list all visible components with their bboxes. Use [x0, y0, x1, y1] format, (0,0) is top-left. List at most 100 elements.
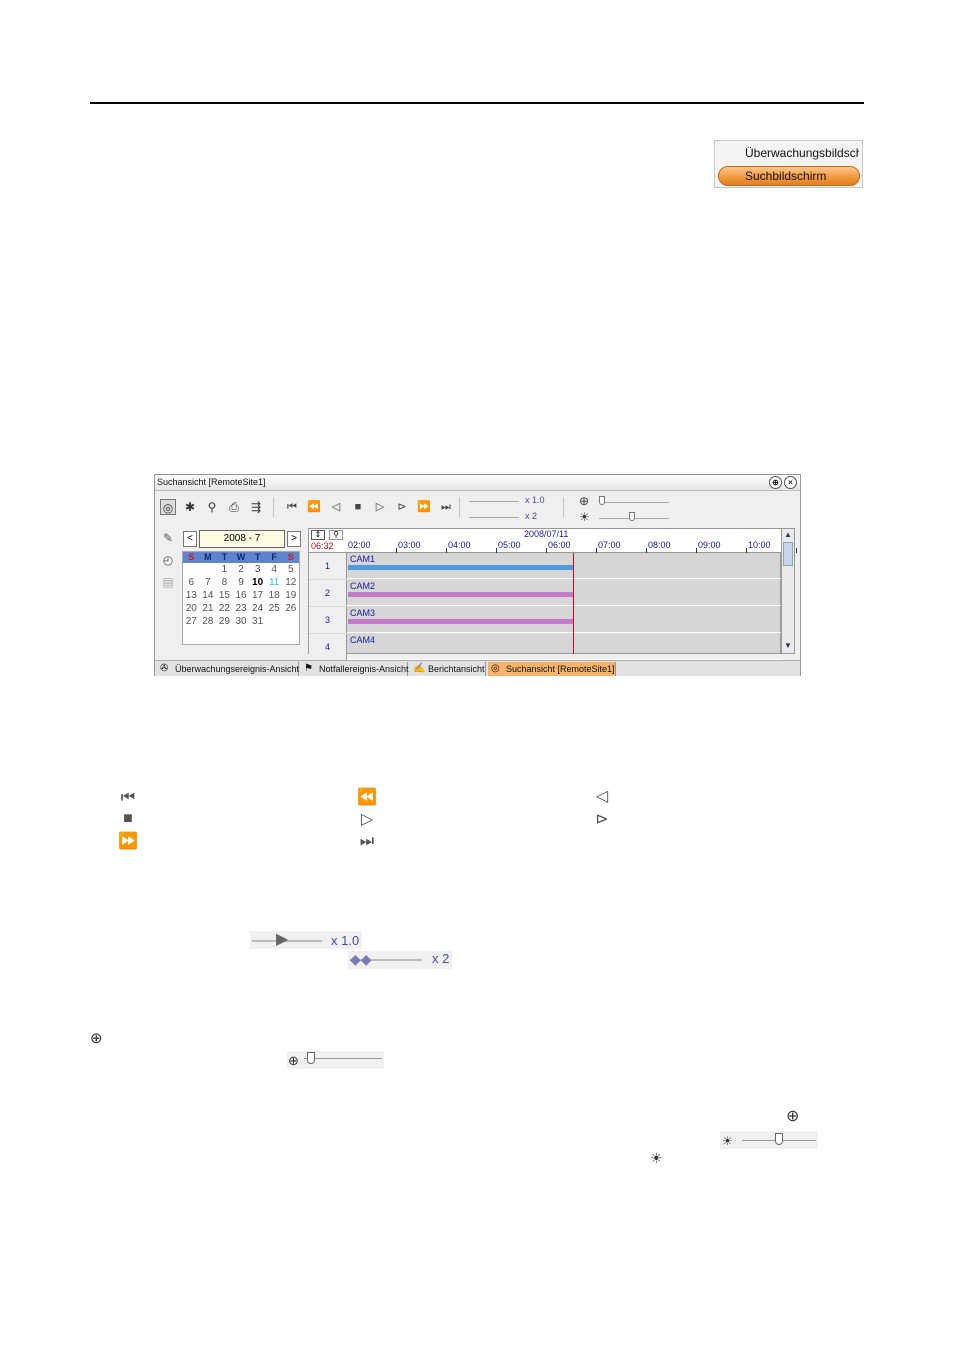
calendar-day[interactable]: 11 — [266, 576, 283, 589]
calendar-day[interactable]: 7 — [200, 576, 217, 589]
calendar-day[interactable]: 1 — [216, 563, 233, 576]
time-search-icon[interactable]: ◴ — [160, 552, 176, 568]
calendar-day — [200, 563, 217, 576]
calendar-day[interactable]: 3 — [249, 563, 266, 576]
calendar-day[interactable]: 29 — [216, 615, 233, 628]
fast-forward-icon: ⏩ — [118, 833, 138, 850]
timeline-fit-icon[interactable]: ⇕ — [311, 530, 325, 540]
scroll-down-icon[interactable]: ▼ — [783, 641, 793, 651]
timeline-row[interactable]: 1 CAM1 — [309, 553, 782, 579]
timeline-scrollbar[interactable]: ▲ ▼ — [781, 528, 795, 654]
calendar-day[interactable]: 14 — [200, 589, 217, 602]
calendar-day[interactable]: 20 — [183, 602, 200, 615]
timeline-row[interactable]: 4 CAM4 — [309, 634, 782, 660]
timeline-tick-label: 03:00 — [398, 540, 421, 550]
calendar-weekday: S — [287, 552, 294, 562]
scroll-thumb[interactable] — [783, 542, 793, 566]
calendar-day[interactable]: 23 — [233, 602, 250, 615]
calendar-day[interactable]: 8 — [216, 576, 233, 589]
calendar-day[interactable]: 31 — [249, 615, 266, 628]
calendar-day[interactable]: 12 — [282, 576, 299, 589]
timeline-tick-label: 10:00 — [748, 540, 771, 550]
camera-label: CAM1 — [350, 554, 376, 564]
close-button[interactable]: × — [784, 476, 797, 489]
tab-report[interactable]: ✍ Berichtansicht — [410, 662, 486, 676]
mode-switch: Überwachungsbildsch Suchbildschirm — [714, 140, 863, 188]
calendar-day[interactable]: 16 — [233, 589, 250, 602]
calendar-weekday: F — [271, 552, 277, 562]
timeline-row[interactable]: 2 CAM2 — [309, 580, 782, 606]
calendar-day[interactable]: 6 — [183, 576, 200, 589]
timeline-row-number: 1 — [309, 553, 347, 579]
play-speed-slider[interactable] — [469, 501, 519, 502]
calendar-day[interactable]: 9 — [233, 576, 250, 589]
first-frame-icon: ⏮ — [120, 789, 136, 806]
audio-wave-icon: ◆◆ — [350, 951, 372, 967]
calendar-weekday: M — [204, 552, 212, 562]
export-icon[interactable]: ⇶ — [248, 499, 264, 515]
timeline-cursor[interactable] — [573, 553, 574, 654]
timeline-zoom-icon[interactable]: ⚲ — [329, 530, 343, 540]
calendar-day[interactable]: 26 — [282, 602, 299, 615]
fast-forward-button[interactable]: ⏩ — [417, 499, 431, 515]
calendar-prev-button[interactable]: < — [183, 531, 197, 547]
timeline-row-number: 2 — [309, 580, 347, 606]
event-search-icon[interactable]: ✱ — [182, 499, 198, 515]
calendar-day[interactable]: 10 — [249, 576, 266, 589]
calendar-day[interactable]: 21 — [200, 602, 217, 615]
calendar-day[interactable]: 13 — [183, 589, 200, 602]
reverse-play-icon: ◁ — [595, 788, 609, 805]
brightness-slider-thumb[interactable] — [629, 512, 635, 521]
pin-button[interactable]: ⊕ — [769, 476, 782, 489]
first-frame-button[interactable]: ⏮ — [285, 499, 299, 515]
calendar-day[interactable]: 22 — [216, 602, 233, 615]
calendar-day[interactable]: 30 — [233, 615, 250, 628]
fast-rewind-button[interactable]: ⏪ — [307, 499, 321, 515]
brightness-sun-icon: ☀ — [722, 1134, 733, 1148]
stop-button[interactable]: ■ — [351, 499, 365, 515]
toolbar-divider — [563, 497, 564, 517]
scroll-up-icon[interactable]: ▲ — [783, 530, 793, 540]
calendar-next-button[interactable]: > — [287, 531, 301, 547]
tab-label: Berichtansicht — [428, 664, 485, 674]
calendar-day[interactable]: 2 — [233, 563, 250, 576]
search-mode-button[interactable]: Suchbildschirm — [718, 166, 860, 186]
calendar-day[interactable]: 4 — [266, 563, 283, 576]
calendar-day[interactable]: 27 — [183, 615, 200, 628]
emergency-event-icon: ⚑ — [304, 663, 313, 674]
play-button[interactable]: ▷ — [373, 499, 387, 515]
recording-bar[interactable] — [348, 619, 573, 624]
toolbar-divider — [459, 497, 460, 517]
audio-speed-slider[interactable] — [469, 517, 519, 518]
calendar-day[interactable]: 5 — [282, 563, 299, 576]
timeline-tick-label: 04:00 — [448, 540, 471, 550]
tab-label: Suchansicht [RemoteSite1] — [506, 664, 615, 674]
calendar-day[interactable]: 25 — [266, 602, 283, 615]
last-frame-button[interactable]: ⏭ — [439, 499, 453, 515]
calendar-day[interactable]: 17 — [249, 589, 266, 602]
calendar-search-icon[interactable]: ✎ — [160, 530, 176, 546]
calendar-weekday: S — [188, 552, 195, 562]
id-search-icon[interactable]: ▤ — [160, 574, 176, 590]
zoom-slider-thumb[interactable] — [599, 496, 605, 505]
next-frame-icon: ⊳ — [595, 811, 609, 828]
timeline-row[interactable]: 3 CAM3 — [309, 607, 782, 633]
search-view-icon[interactable]: ◎ — [160, 499, 176, 515]
reverse-play-button[interactable]: ◁ — [329, 499, 343, 515]
calendar-day[interactable]: 24 — [249, 602, 266, 615]
tab-search-view[interactable]: ◎ Suchansicht [RemoteSite1] — [488, 662, 616, 676]
tab-monitoring-event[interactable]: ✇ Überwachungsereignis-Ansicht — [157, 662, 299, 676]
text-search-icon[interactable]: ⎙ — [226, 499, 242, 515]
zoom-slider[interactable] — [599, 502, 669, 503]
calendar-day[interactable]: 15 — [216, 589, 233, 602]
tab-emergency-event[interactable]: ⚑ Notfallereignis-Ansicht — [301, 662, 409, 676]
calendar-day[interactable]: 28 — [200, 615, 217, 628]
recording-bar[interactable] — [348, 592, 573, 597]
monitoring-mode-button[interactable]: Überwachungsbildsch — [719, 145, 859, 162]
calendar-day[interactable]: 19 — [282, 589, 299, 602]
recording-bar[interactable] — [348, 565, 573, 570]
next-frame-button[interactable]: ⊳ — [395, 499, 409, 515]
object-search-icon[interactable]: ⚲ — [204, 499, 220, 515]
zoom-slider-example — [287, 1051, 384, 1069]
calendar-day[interactable]: 18 — [266, 589, 283, 602]
